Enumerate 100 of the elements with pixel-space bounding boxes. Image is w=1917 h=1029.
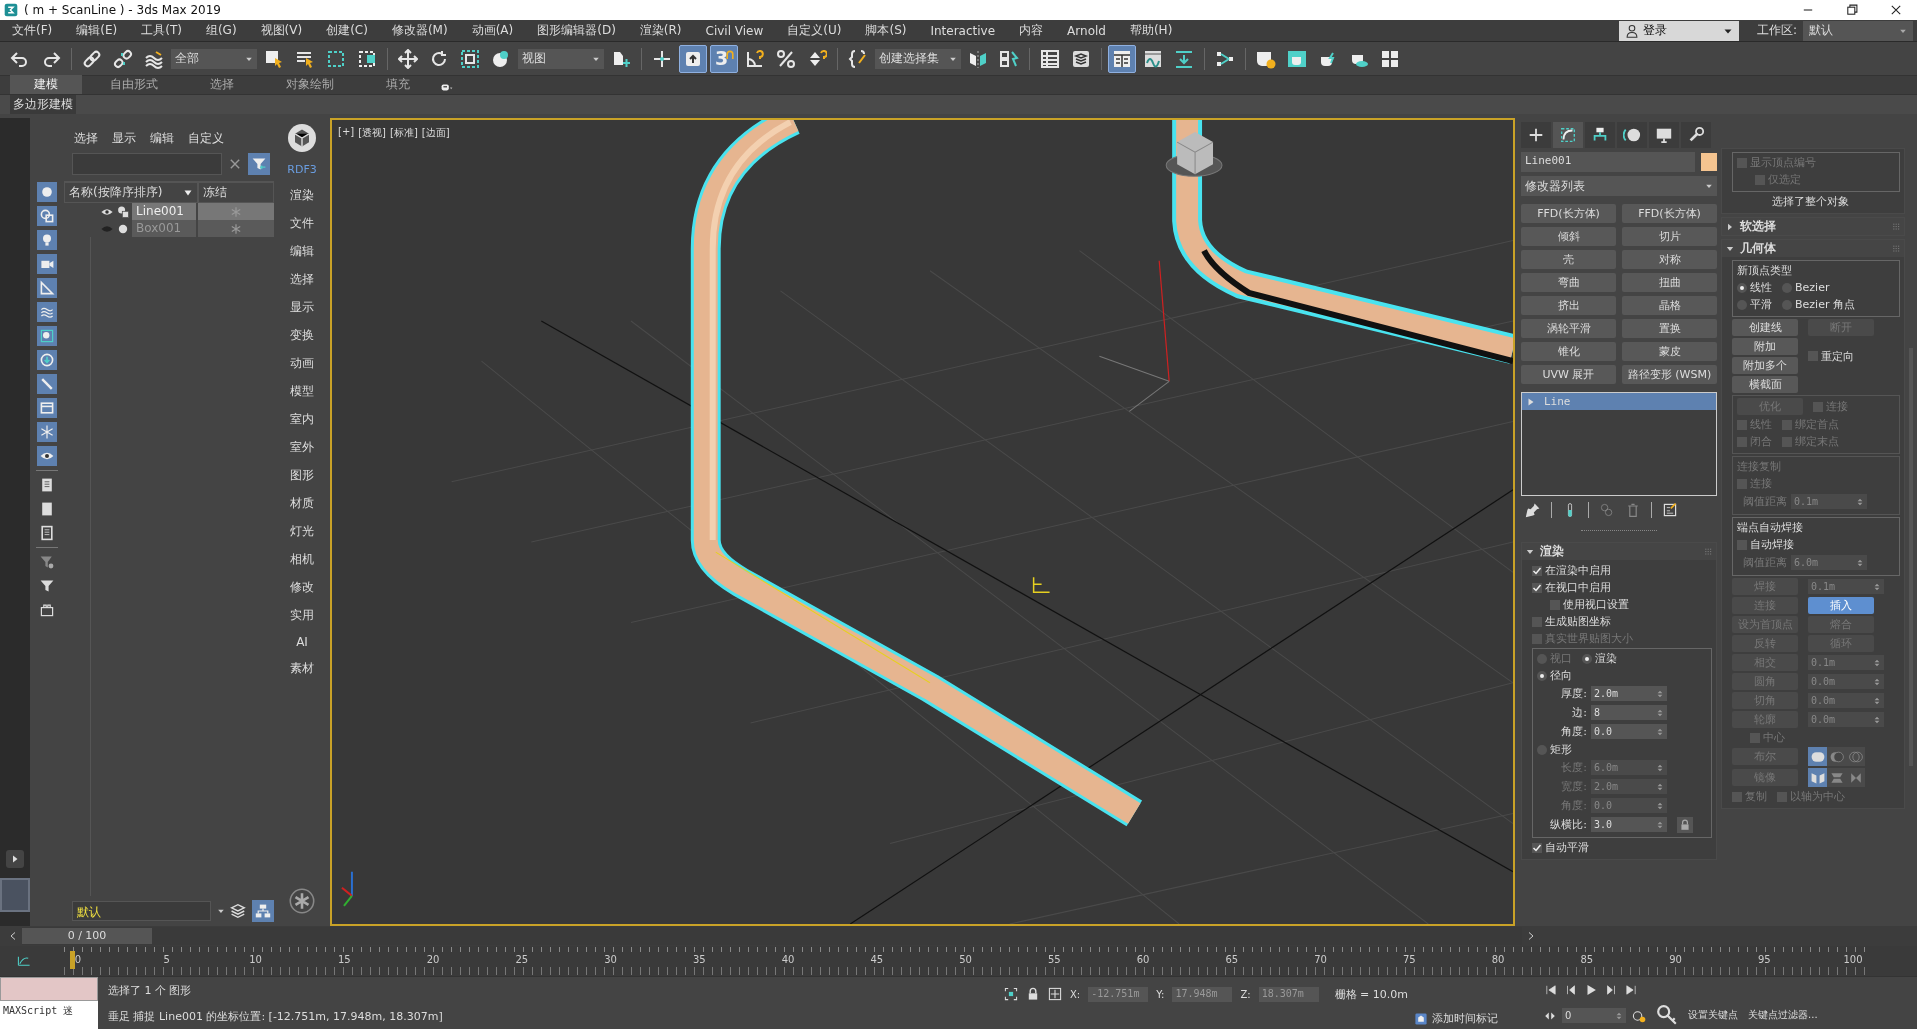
side-menu-item[interactable]: 室外	[290, 439, 314, 456]
button[interactable]: 横截面	[1732, 376, 1798, 393]
dropdown[interactable]: 视图	[518, 48, 604, 69]
side-menu-item[interactable]: 动画	[290, 355, 314, 372]
menu-item[interactable]: 图形编辑器(D)	[525, 22, 628, 39]
menu-item[interactable]: 自定义(U)	[775, 22, 854, 39]
menu-item[interactable]: 文件(F)	[0, 22, 65, 39]
ribbon-tab[interactable]: 自由形式	[86, 75, 182, 94]
toolbar-button[interactable]: 3	[710, 44, 738, 73]
modifier-button[interactable]: 锥化	[1521, 342, 1616, 361]
modifier-button[interactable]: 弯曲	[1521, 273, 1616, 292]
menu-item[interactable]: 编辑	[150, 130, 174, 147]
account-dropdown[interactable]: 登录	[1618, 20, 1739, 41]
object-name-cell[interactable]: Line001	[132, 203, 196, 220]
modifier-button[interactable]: UVW 展开	[1521, 365, 1616, 384]
ribbon-tab[interactable]: 填充	[362, 75, 434, 94]
menu-item[interactable]: 视图(V)	[248, 22, 315, 39]
modifier-stack[interactable]: Line	[1521, 392, 1717, 496]
menu-item[interactable]: Civil View	[693, 23, 776, 38]
workspace-dropdown[interactable]: 默认	[1803, 20, 1913, 41]
side-menu-item[interactable]: 实用	[290, 607, 314, 624]
menu-item[interactable]: 选择	[74, 130, 98, 147]
modifier-button[interactable]: 切片	[1622, 227, 1717, 246]
side-menu-item[interactable]: AI	[296, 635, 308, 649]
menu-item[interactable]: 显示	[112, 130, 136, 147]
button[interactable]: 插入	[1808, 597, 1874, 614]
menu-item[interactable]: 内容	[1007, 22, 1056, 39]
modifier-button[interactable]: 晶格	[1622, 296, 1717, 315]
modifier-list-dropdown[interactable]: 修改器列表	[1521, 176, 1717, 196]
frame-field[interactable]: 0	[1562, 1008, 1627, 1024]
side-menu-item[interactable]: 灯光	[290, 523, 314, 540]
side-menu-item[interactable]: 编辑	[290, 243, 314, 260]
modifier-button[interactable]: 置换	[1622, 319, 1717, 338]
rollout-header[interactable]: 渲染	[1522, 543, 1716, 560]
script-output-field[interactable]: MAXScript 迷	[0, 1001, 98, 1029]
spinner-field[interactable]: 3.0	[1591, 817, 1667, 832]
menu-item[interactable]: 自定义	[188, 130, 224, 147]
menu-item[interactable]: 动画(A)	[459, 22, 526, 39]
spinner-field[interactable]: 2.0m	[1591, 686, 1667, 701]
side-menu-item[interactable]: 图形	[290, 467, 314, 484]
modifier-button[interactable]: 对称	[1622, 250, 1717, 269]
timeline-ruler[interactable]: 0 5 10 15 20 25 30 35 40 45 50 55 60 65 70 75 80 85 90 95 100	[64, 947, 1867, 975]
viewport-menu-label[interactable]: [标准]	[390, 126, 418, 140]
set-key-label[interactable]: 设置关键点	[1688, 1008, 1739, 1022]
modifier-button[interactable]: 挤出	[1521, 296, 1616, 315]
viewport-menu-label[interactable]: [透视]	[358, 126, 386, 140]
layer-dropdown[interactable]: 默认	[72, 901, 211, 921]
button[interactable]: 附加多个	[1732, 357, 1798, 374]
modifier-button[interactable]: 路径变形 (WSM)	[1622, 365, 1717, 384]
dropdown[interactable]: 全部	[171, 48, 257, 69]
spinner-field[interactable]: 0.0	[1591, 724, 1667, 739]
menu-item[interactable]: 工具(T)	[129, 22, 194, 39]
side-menu-item[interactable]: 选择	[290, 271, 314, 288]
key-filters-button[interactable]: 关键点过滤器...	[1748, 1008, 1818, 1022]
button[interactable]: 创建线	[1732, 319, 1798, 336]
modifier-button[interactable]: 涡轮平滑	[1521, 319, 1616, 338]
viewport-menu-label[interactable]: [边面]	[421, 126, 450, 140]
ribbon-tab[interactable]: 建模	[10, 75, 82, 94]
ribbon-panel-tab[interactable]: 多边形建模	[10, 95, 76, 114]
modifier-button[interactable]: 扭曲	[1622, 273, 1717, 292]
object-name-field[interactable]: Line001	[1521, 152, 1695, 172]
side-menu-item[interactable]: 室内	[290, 411, 314, 428]
viewport[interactable]: [+] [透视] [标准] [边面]	[330, 118, 1515, 926]
modifier-button[interactable]: FFD(长方体)	[1622, 204, 1717, 223]
add-time-tag-button[interactable]: 添加时间标记	[1414, 1011, 1535, 1026]
side-menu-item[interactable]: 变换	[290, 327, 314, 344]
menu-item[interactable]: 修改器(M)	[379, 22, 460, 39]
dropdown[interactable]: 创建选择集	[875, 48, 961, 69]
menu-item[interactable]: 组(G)	[193, 22, 249, 39]
rollout-header[interactable]: 软选择	[1722, 218, 1904, 235]
menu-item[interactable]: 渲染(R)	[627, 22, 694, 39]
side-menu-item[interactable]: 显示	[290, 299, 314, 316]
side-menu-item[interactable]: 材质	[290, 495, 314, 512]
column-header[interactable]: 冻结	[198, 182, 274, 203]
side-menu-item[interactable]: 渲染	[290, 187, 314, 204]
side-menu-item[interactable]: 修改	[290, 579, 314, 596]
side-menu-item[interactable]: 相机	[290, 551, 314, 568]
side-menu-item[interactable]: RDF3	[287, 163, 317, 176]
side-menu-item[interactable]: 模型	[290, 383, 314, 400]
menu-item[interactable]: 创建(C)	[314, 22, 380, 39]
slider-thumb[interactable]: 0 / 100	[22, 928, 152, 944]
menu-item[interactable]: Interactive	[918, 23, 1008, 38]
modifier-button[interactable]: FFD(长方体)	[1521, 204, 1616, 223]
rollout-header[interactable]: 几何体	[1722, 240, 1904, 257]
viewport-menu-label[interactable]: [+]	[338, 126, 355, 140]
ribbon-tab[interactable]: 选择	[186, 75, 258, 94]
modifier-button[interactable]: 壳	[1521, 250, 1616, 269]
side-menu-item[interactable]: 文件	[290, 215, 314, 232]
side-menu-item[interactable]: 素材	[290, 660, 314, 677]
ribbon-tab[interactable]: 对象绘制	[262, 75, 358, 94]
menu-item[interactable]: Arnold	[1055, 23, 1118, 38]
button[interactable]: 附加	[1732, 338, 1798, 355]
modifier-button[interactable]: 蒙皮	[1622, 342, 1717, 361]
modifier-button[interactable]: 倾斜	[1521, 227, 1616, 246]
column-header[interactable]: 名称(按降序排序)	[64, 182, 198, 203]
menu-item[interactable]: 编辑(E)	[64, 22, 130, 39]
spinner-field[interactable]: 8	[1591, 705, 1667, 720]
menu-item[interactable]: 脚本(S)	[853, 22, 919, 39]
menu-item[interactable]: 帮助(H)	[1117, 22, 1185, 39]
stack-item[interactable]: Line	[1522, 393, 1716, 410]
